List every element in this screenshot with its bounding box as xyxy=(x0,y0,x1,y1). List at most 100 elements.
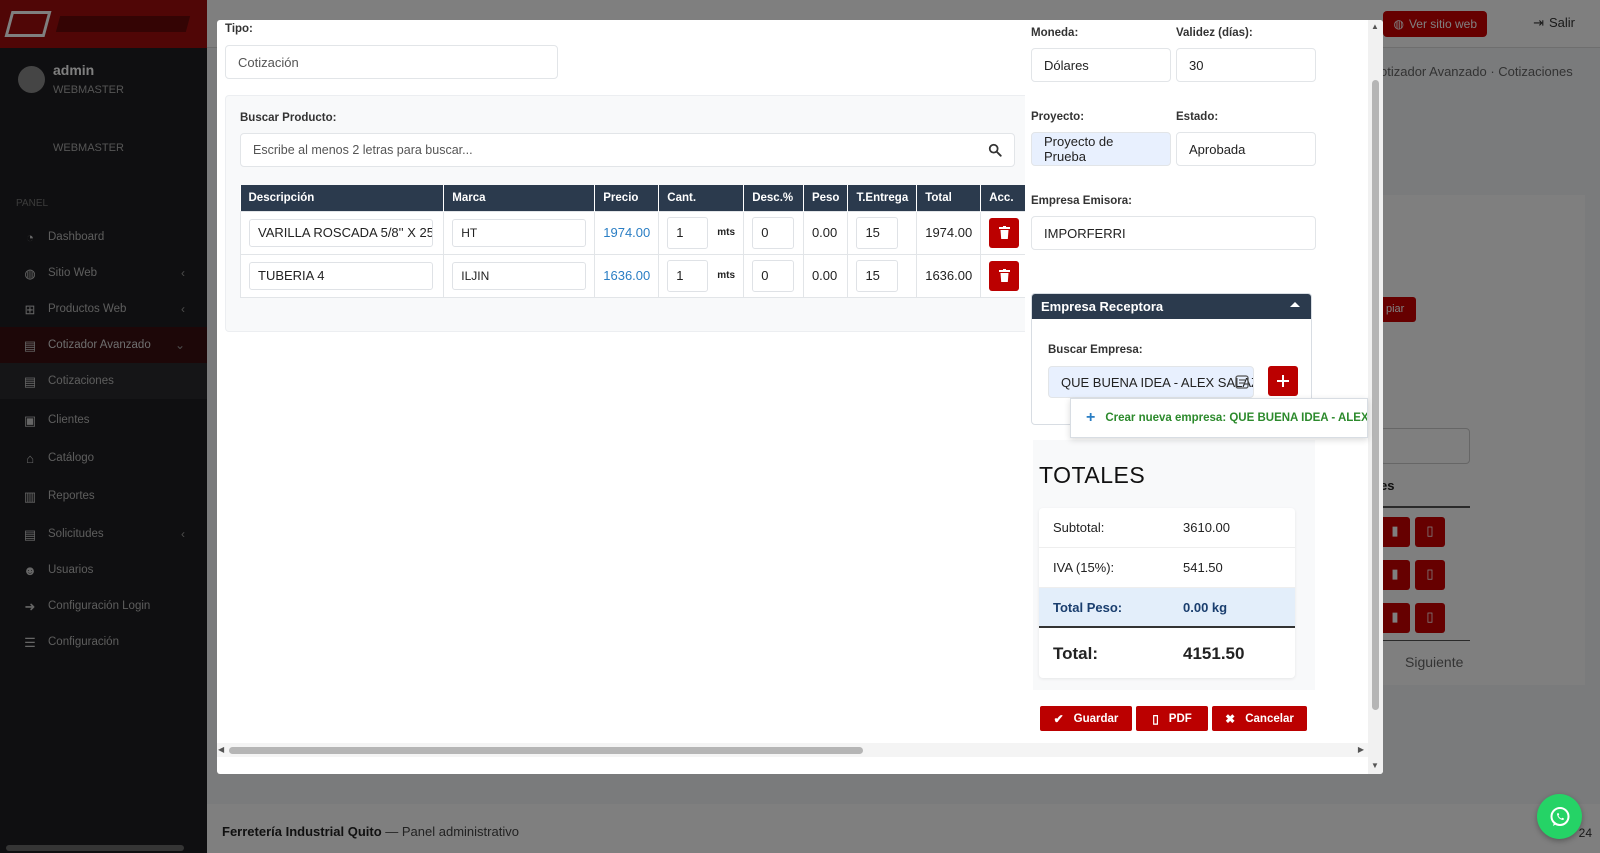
vertical-scroll-thumb[interactable] xyxy=(1372,80,1379,710)
delete-row-button[interactable] xyxy=(989,260,1020,291)
modal-horizontal-scrollbar[interactable]: ◀ ▶ xyxy=(217,743,1368,757)
caret-up-icon xyxy=(1290,302,1300,307)
moneda-select[interactable]: Dólares xyxy=(1031,48,1171,82)
whatsapp-icon xyxy=(1550,806,1569,826)
validez-input[interactable]: 30 xyxy=(1176,48,1316,82)
buscar-empresa-label: Buscar Empresa: xyxy=(1048,344,1143,356)
entrega-input[interactable]: 15 xyxy=(856,259,899,292)
unidad-label: mts xyxy=(717,270,736,281)
plus-icon xyxy=(1277,375,1289,387)
subtotal-label: Subtotal: xyxy=(1053,520,1105,535)
proyecto-label: Proyecto: xyxy=(1031,111,1085,123)
empresa-search-input[interactable]: QUE BUENA IDEA - ALEX SALAZ xyxy=(1048,366,1254,398)
cancelar-label: Cancelar xyxy=(1245,712,1294,725)
products-table: Descripción Marca Precio Cant. Desc.% Pe… xyxy=(239,185,1029,298)
empresa-receptora-title: Empresa Receptora xyxy=(1041,299,1164,314)
col-marca: Marca xyxy=(443,185,596,211)
products-card: Buscar Producto: Escribe al menos 2 letr… xyxy=(225,95,1030,332)
moneda-label: Moneda: xyxy=(1031,27,1079,39)
empresa-suggestion-dropdown[interactable]: + Crear nueva empresa: QUE BUENA IDEA - … xyxy=(1070,398,1368,438)
col-cant: Cant. xyxy=(658,185,745,211)
trash-icon xyxy=(998,269,1010,282)
cantidad-input[interactable]: 1 xyxy=(667,259,709,292)
add-empresa-button[interactable] xyxy=(1268,366,1298,396)
empresa-search-value: QUE BUENA IDEA - ALEX SALAZ xyxy=(1061,374,1254,390)
close-icon: ✖ xyxy=(1225,711,1236,726)
peso-label: Total Peso: xyxy=(1053,599,1123,615)
proyecto-select[interactable]: Proyecto de Prueba xyxy=(1031,132,1171,166)
search-icon[interactable] xyxy=(988,143,1002,157)
col-peso: Peso xyxy=(803,185,849,211)
peso-value: 0.00 kg xyxy=(1183,599,1228,615)
delete-row-button[interactable] xyxy=(989,217,1020,248)
table-header-row: Descripción Marca Precio Cant. Desc.% Pe… xyxy=(240,185,1029,211)
pdf-button[interactable]: ▯ PDF xyxy=(1136,706,1208,731)
scroll-down-icon[interactable]: ▼ xyxy=(1371,761,1379,770)
scroll-up-icon[interactable]: ▲ xyxy=(1371,22,1379,31)
scroll-right-icon[interactable]: ▶ xyxy=(1358,745,1364,754)
precio-value[interactable]: 1636.00 xyxy=(594,253,660,298)
estado-label: Estado: xyxy=(1176,111,1219,123)
modal-vertical-scrollbar[interactable]: ▲ ▼ xyxy=(1368,20,1383,774)
create-empresa-suggestion[interactable]: Crear nueva empresa: QUE BUENA IDEA - AL… xyxy=(1105,412,1367,424)
subtotal-row: Subtotal: 3610.00 xyxy=(1039,508,1295,548)
modal-actions: ✔ Guardar ▯ PDF ✖ Cancelar xyxy=(1040,706,1307,731)
col-entrega: T.Entrega xyxy=(847,185,918,211)
tipo-label: Tipo: xyxy=(225,23,253,35)
table-row: VARILLA ROSCADA 5/8'' X 25 HT 1974.00 1m… xyxy=(239,210,1029,255)
marca-input[interactable]: ILJIN xyxy=(452,261,587,290)
col-desc: Desc.% xyxy=(743,185,804,211)
empresa-receptora-header[interactable]: Empresa Receptora xyxy=(1032,294,1311,319)
trash-icon xyxy=(998,226,1010,239)
col-total: Total xyxy=(916,185,982,211)
pdf-label: PDF xyxy=(1168,712,1192,725)
emisora-label: Empresa Emisora: xyxy=(1031,195,1132,207)
precio-value[interactable]: 1974.00 xyxy=(594,210,660,255)
peso-value: 0.00 xyxy=(802,210,849,255)
peso-row: Total Peso: 0.00 kg xyxy=(1039,588,1295,628)
quote-modal: Tipo: Cotización Buscar Producto: Escrib… xyxy=(217,20,1383,774)
horizontal-scroll-thumb[interactable] xyxy=(229,747,863,754)
product-search-placeholder: Escribe al menos 2 letras para buscar... xyxy=(253,143,473,157)
guardar-label: Guardar xyxy=(1073,712,1119,725)
peso-value: 0.00 xyxy=(802,253,849,298)
marca-input[interactable]: HT xyxy=(452,218,587,247)
whatsapp-button[interactable] xyxy=(1537,794,1582,839)
iva-label: IVA (15%): xyxy=(1053,560,1115,575)
descuento-input[interactable]: 0 xyxy=(752,259,795,292)
totals-card: TOTALES Subtotal: 3610.00 IVA (15%): 541.5… xyxy=(1033,440,1315,690)
total-row: Total: 4151.50 xyxy=(1039,630,1295,678)
plus-icon: + xyxy=(1086,409,1096,426)
guardar-button[interactable]: ✔ Guardar xyxy=(1040,706,1132,731)
total-value: 4151.50 xyxy=(1183,644,1245,663)
validez-label: Validez (días): xyxy=(1176,27,1253,39)
quote-settings-column: Moneda: Dólares Validez (días): 30 Proye… xyxy=(1025,20,1316,774)
total-value: 1636.00 xyxy=(916,253,982,298)
cancelar-button[interactable]: ✖ Cancelar xyxy=(1212,706,1307,731)
check-icon: ✔ xyxy=(1053,711,1064,726)
autofill-icon[interactable] xyxy=(1235,375,1249,389)
buscar-producto-label: Buscar Producto: xyxy=(240,112,337,124)
iva-value: 541.50 xyxy=(1183,560,1223,575)
unidad-label: mts xyxy=(717,227,736,238)
col-acciones: Acc. xyxy=(980,185,1029,211)
file-pdf-icon: ▯ xyxy=(1152,711,1159,726)
entrega-input[interactable]: 15 xyxy=(856,216,899,249)
descripcion-input[interactable]: VARILLA ROSCADA 5/8'' X 25 xyxy=(249,218,433,247)
cantidad-input[interactable]: 1 xyxy=(667,216,709,249)
scroll-left-icon[interactable]: ◀ xyxy=(218,745,224,754)
col-precio: Precio xyxy=(594,185,660,211)
descuento-input[interactable]: 0 xyxy=(752,216,795,249)
tipo-select[interactable]: Cotización xyxy=(225,45,558,79)
totals-table: Subtotal: 3610.00 IVA (15%): 541.50 Total … xyxy=(1039,508,1295,678)
table-row: TUBERIA 4 ILJIN 1636.00 1 mts 0 0.00 15 1… xyxy=(239,253,1029,298)
emisora-select[interactable]: IMPORFERRI xyxy=(1031,216,1316,250)
col-descripcion: Descripción xyxy=(240,185,445,211)
descripcion-input[interactable]: TUBERIA 4 xyxy=(249,261,433,290)
total-label: Total: xyxy=(1053,644,1099,663)
total-value: 1974.00 xyxy=(916,210,982,255)
estado-select[interactable]: Aprobada xyxy=(1176,132,1316,166)
product-search-input[interactable]: Escribe al menos 2 letras para buscar... xyxy=(240,133,1015,167)
iva-row: IVA (15%): 541.50 xyxy=(1039,548,1295,588)
subtotal-value: 3610.00 xyxy=(1183,520,1230,535)
